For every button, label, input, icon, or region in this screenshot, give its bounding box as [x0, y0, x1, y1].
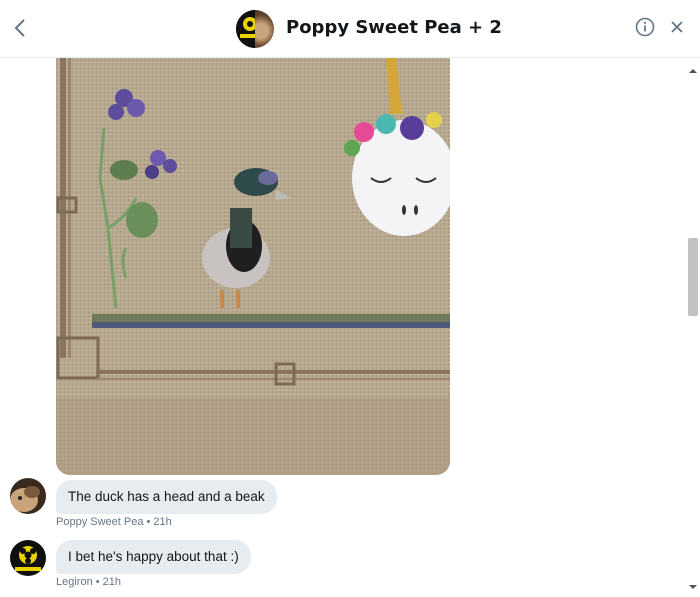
- group-avatar-biohazard: [236, 10, 255, 48]
- scroll-down-button[interactable]: [686, 578, 700, 590]
- group-avatar[interactable]: [236, 10, 274, 48]
- close-icon: [671, 21, 683, 33]
- scrollbar[interactable]: [686, 58, 700, 592]
- chevron-left-icon: [14, 19, 25, 37]
- back-button[interactable]: [8, 14, 32, 42]
- triangle-down-icon: [689, 585, 697, 589]
- group-avatar-pet: [255, 10, 274, 48]
- avatar[interactable]: [10, 540, 46, 576]
- cross-stitch-image: [56, 58, 450, 475]
- close-button[interactable]: [666, 16, 688, 38]
- triangle-up-icon: [689, 69, 697, 73]
- scroll-up-button[interactable]: [686, 62, 700, 74]
- scrollbar-thumb[interactable]: [688, 238, 698, 316]
- message-meta: Poppy Sweet Pea • 21h: [56, 516, 172, 528]
- conversation-header: Poppy Sweet Pea + 2: [0, 0, 700, 58]
- message-meta: Legiron • 21h: [56, 576, 122, 588]
- info-circle-icon: [635, 17, 655, 37]
- shared-photo[interactable]: [56, 58, 450, 475]
- message-bubble[interactable]: The duck has a head and a beak: [56, 480, 277, 514]
- info-button[interactable]: [634, 16, 656, 38]
- message-bubble[interactable]: I bet he's happy about that :): [56, 540, 251, 574]
- avatar[interactable]: [10, 478, 46, 514]
- conversation-title[interactable]: Poppy Sweet Pea + 2: [286, 14, 502, 42]
- message-list[interactable]: The duck has a head and a beak Poppy Swe…: [0, 58, 686, 592]
